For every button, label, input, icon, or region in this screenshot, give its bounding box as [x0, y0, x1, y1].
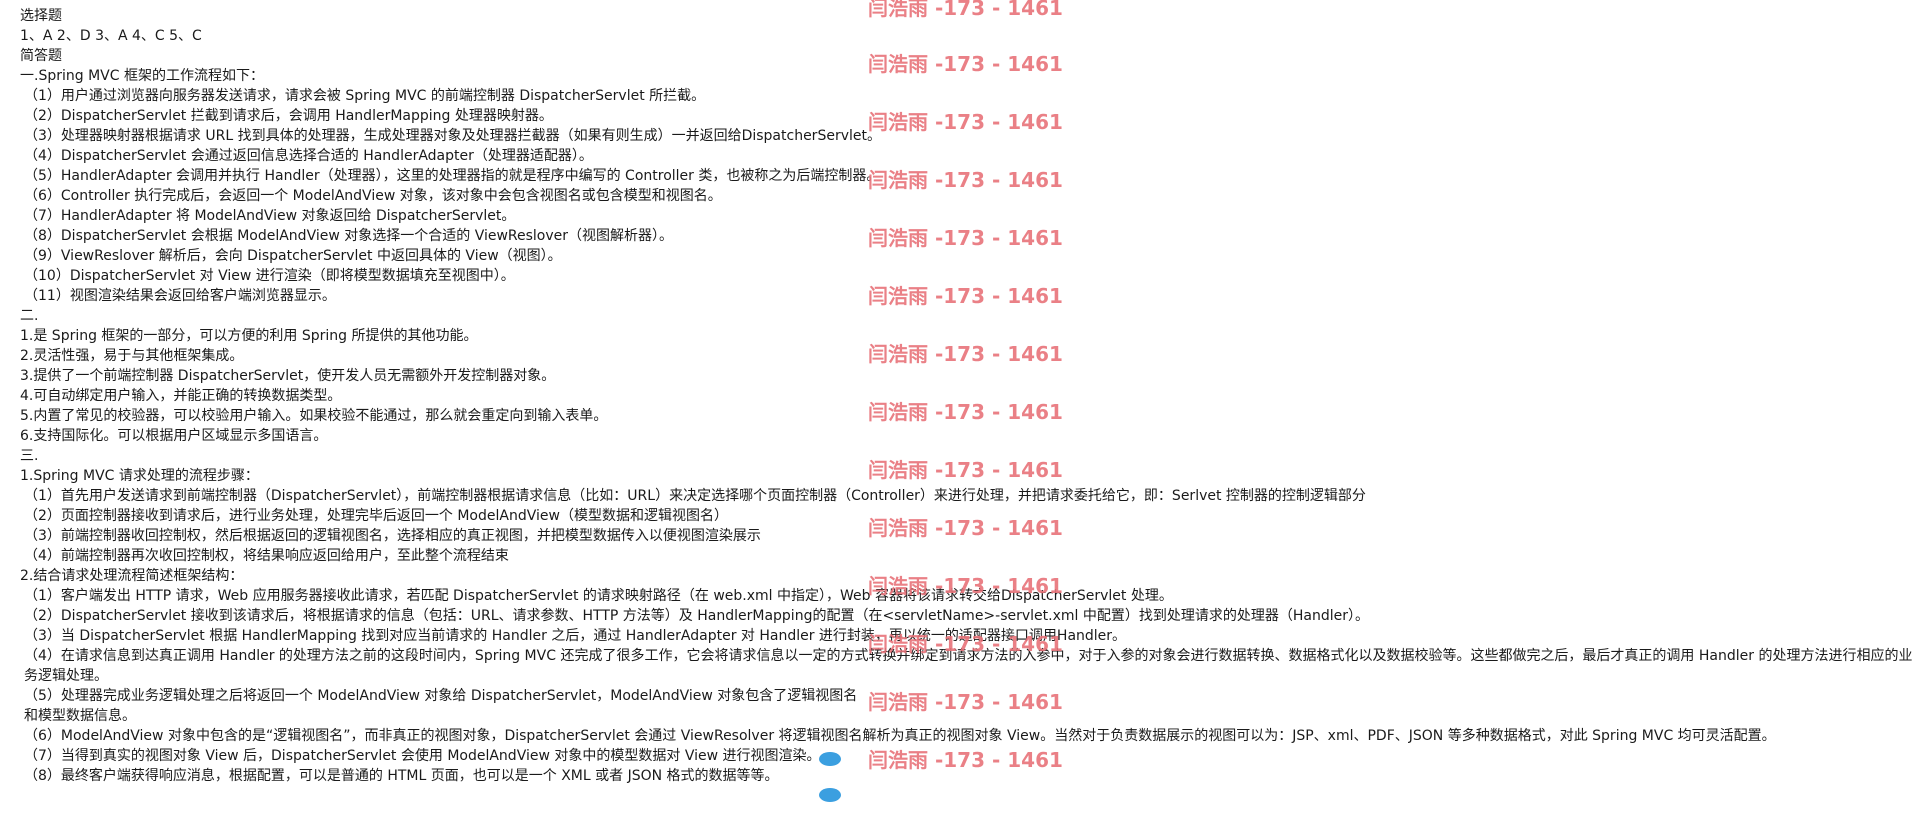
- watermark-text: 闫浩雨 -173 - 1461: [868, 748, 1063, 772]
- watermark-text: 闫浩雨 -173 - 1461: [868, 52, 1063, 76]
- watermark-text: 闫浩雨 -173 - 1461: [868, 400, 1063, 424]
- text-selection-handle-icon[interactable]: [819, 752, 841, 766]
- watermark-text: 闫浩雨 -173 - 1461: [868, 516, 1063, 540]
- watermark-text: 闫浩雨 -173 - 1461: [868, 0, 1063, 20]
- watermark-text: 闫浩雨 -173 - 1461: [868, 110, 1063, 134]
- text-line: 6.支持国际化。可以根据用户区域显示多国语言。: [20, 428, 328, 444]
- watermark-text: 闫浩雨 -173 - 1461: [868, 342, 1063, 366]
- text-line: （4）前端控制器再次收回控制权，将结果响应返回给用户，至此整个流程结束: [24, 548, 509, 564]
- text-line: （1）用户通过浏览器向服务器发送请求，请求会被 Spring MVC 的前端控制…: [24, 88, 706, 104]
- watermark-text: 闫浩雨 -173 - 1461: [868, 226, 1063, 250]
- text-line: 二.: [20, 308, 39, 324]
- watermark-text: 闫浩雨 -173 - 1461: [868, 168, 1063, 192]
- text-line: 1、A 2、D 3、A 4、C 5、C: [20, 28, 202, 44]
- text-line: 3.提供了一个前端控制器 DispatcherServlet，使开发人员无需额外…: [20, 368, 556, 384]
- text-line: （4）DispatcherServlet 会通过返回信息选择合适的 Handle…: [24, 148, 593, 164]
- watermark-text: 闫浩雨 -173 - 1461: [868, 690, 1063, 714]
- watermark-text: 闫浩雨 -173 - 1461: [868, 632, 1063, 656]
- watermark-text: 闫浩雨 -173 - 1461: [868, 458, 1063, 482]
- text-line: （1）首先用户发送请求到前端控制器（DispatcherServlet），前端控…: [24, 488, 1366, 504]
- text-line: （2）DispatcherServlet 接收到该请求后，将根据请求的信息（包括…: [24, 608, 1369, 624]
- text-selection-handle-icon[interactable]: [819, 788, 841, 802]
- text-line: （6）ModelAndView 对象中包含的是“逻辑视图名”，而非真正的视图对象…: [24, 728, 1776, 744]
- watermark-text: 闫浩雨 -173 - 1461: [868, 284, 1063, 308]
- watermark-text: 闫浩雨 -173 - 1461: [868, 574, 1063, 598]
- text-line: （5）处理器完成业务逻辑处理之后将返回一个 ModelAndView 对象给 D…: [24, 688, 858, 724]
